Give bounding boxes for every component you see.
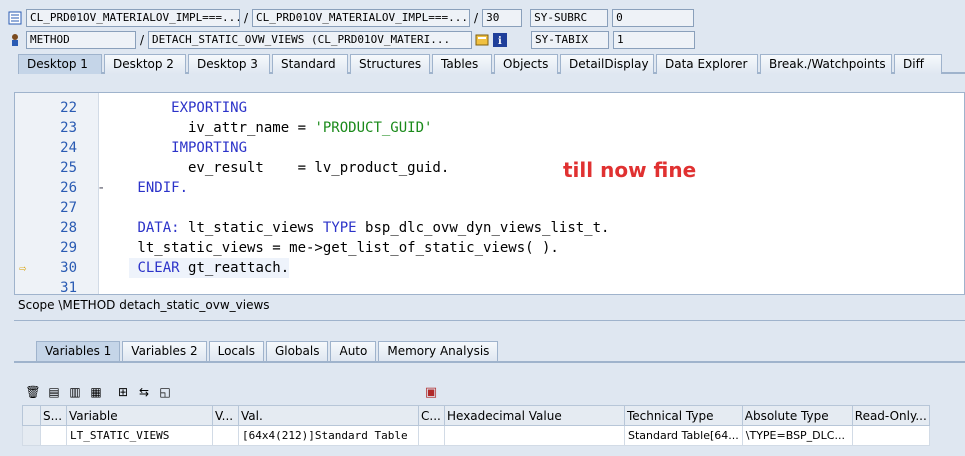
code-text-23: iv_attr_name = 'PRODUCT_GUID' xyxy=(129,120,433,136)
code-line: 26 - ENDIF. xyxy=(60,178,189,198)
code-line: 27 xyxy=(60,200,77,216)
details-icon[interactable]: ▤ xyxy=(45,383,63,401)
absolute-type-cell: \TYPE=BSP_DLC... xyxy=(741,425,853,446)
code-line: 28 DATA: lt_static_views TYPE bsp_dlc_ov… xyxy=(60,220,610,236)
navigate-icon[interactable] xyxy=(475,33,489,47)
col-header-absolute-type[interactable]: Absolute Type xyxy=(741,405,853,426)
event-type-field: METHOD xyxy=(26,31,136,49)
variables-tabs: Variables 1 Variables 2 Locals Globals A… xyxy=(36,341,500,361)
technical-type-cell: Standard Table[64... xyxy=(624,425,743,446)
tab-variables-2[interactable]: Variables 2 xyxy=(122,341,207,361)
tab-locals[interactable]: Locals xyxy=(208,341,264,361)
tab-structures[interactable]: Structures xyxy=(350,54,430,74)
sysvar-name-field-1: SY-SUBRC xyxy=(530,9,609,27)
tab-variables-1[interactable]: Variables 1 xyxy=(36,341,121,361)
main-program-field[interactable]: CL_PRD01OV_MATERIALOV_IMPL===... xyxy=(26,9,240,27)
code-text-28: DATA: lt_static_views TYPE bsp_dlc_ovw_d… xyxy=(137,220,610,236)
method-name-field[interactable]: DETACH_STATIC_OVW_VIEWS (CL_PRD01OV_MATE… xyxy=(148,31,473,49)
info-row-method: METHOD / DETACH_STATIC_OVW_VIEWS (CL_PRD… xyxy=(8,30,696,50)
code-line: 22 EXPORTING xyxy=(60,100,248,116)
include-field[interactable]: CL_PRD01OV_MATERIALOV_IMPL===... xyxy=(252,9,471,27)
hierarchy-icon[interactable]: ⊞ xyxy=(114,383,132,401)
tab-standard[interactable]: Standard xyxy=(272,54,348,74)
col-header-read-only[interactable]: Read-Only... xyxy=(851,405,930,426)
variables-panel: Variables 1 Variables 2 Locals Globals A… xyxy=(14,320,965,456)
code-text-30: CLEAR gt_reattach. xyxy=(129,258,290,278)
code-line: 23 iv_attr_name = 'PRODUCT_GUID' xyxy=(60,120,433,136)
tab-detail-display[interactable]: DetailDisplay xyxy=(560,54,654,74)
source-code-editor[interactable]: 22 EXPORTING 23 iv_attr_name = 'PRODUCT_… xyxy=(14,92,965,295)
tab-memory-analysis[interactable]: Memory Analysis xyxy=(378,341,499,361)
tab-diff[interactable]: Diff xyxy=(894,54,942,74)
variable-value-cell[interactable]: [64x4(212)]Standard Table xyxy=(238,425,419,446)
program-icon xyxy=(8,11,22,25)
code-line: 24 IMPORTING xyxy=(60,140,248,156)
tab-objects[interactable]: Objects xyxy=(494,54,558,74)
tab-desktop-3[interactable]: Desktop 3 xyxy=(188,54,270,74)
delete-icon[interactable]: 🗑 xyxy=(24,383,42,401)
save-icon[interactable]: ▣ xyxy=(422,383,440,401)
variables-toolbar: 🗑 ▤ ▥ ▦ ⊞ ⇆ ◱ xyxy=(24,383,177,401)
sysvar-value-field-2[interactable]: 1 xyxy=(613,31,696,49)
col-header-hex[interactable]: Hexadecimal Value xyxy=(444,405,625,426)
sysvar-value-field-1[interactable]: 0 xyxy=(612,9,695,27)
desktop-tabs: Desktop 1 Desktop 2 Desktop 3 Standard S… xyxy=(18,52,965,74)
code-line: 25 ev_result = lv_product_guid. xyxy=(60,160,450,176)
variable-name-cell[interactable]: LT_STATIC_VIEWS xyxy=(66,425,213,446)
method-icon xyxy=(8,33,22,47)
scope-label: Scope \METHOD detach_static_ovw_views xyxy=(18,298,270,312)
table-row[interactable]: LT_STATIC_VIEWS [64x4(212)]Standard Tabl… xyxy=(22,425,930,446)
tab-tables[interactable]: Tables xyxy=(432,54,492,74)
change-icon[interactable]: ◱ xyxy=(156,383,174,401)
fold-marker[interactable]: - xyxy=(97,178,105,198)
save-layout-icon[interactable]: ▦ xyxy=(87,383,105,401)
tab-desktop-2[interactable]: Desktop 2 xyxy=(104,54,186,74)
tab-desktop-1[interactable]: Desktop 1 xyxy=(18,54,102,74)
code-line: 29 lt_static_views = me->get_list_of_sta… xyxy=(60,240,559,256)
code-line: 31 xyxy=(60,280,77,295)
transfer-icon[interactable]: ⇆ xyxy=(135,383,153,401)
info-row-program: CL_PRD01OV_MATERIALOV_IMPL===... / CL_PR… xyxy=(8,8,695,28)
sysvar-name-field-2: SY-TABIX xyxy=(531,31,610,49)
info-icon[interactable]: i xyxy=(493,33,508,47)
col-header-value[interactable]: Val. xyxy=(238,405,419,426)
svg-text:i: i xyxy=(498,36,502,47)
col-header-technical-type[interactable]: Technical Type xyxy=(624,405,743,426)
col-header-variable[interactable]: Variable xyxy=(66,405,213,426)
col-header-s[interactable]: S... xyxy=(40,405,67,426)
line-number-field[interactable]: 30 xyxy=(482,9,523,27)
annotation-text: till now fine xyxy=(563,158,697,182)
tab-breakpoints[interactable]: Break./Watchpoints xyxy=(760,54,892,74)
row-selector[interactable] xyxy=(22,425,41,446)
tab-data-explorer[interactable]: Data Explorer xyxy=(656,54,758,74)
col-header-v[interactable]: V... xyxy=(212,405,239,426)
col-header-c[interactable]: C... xyxy=(418,405,445,426)
table-header-row: S... Variable V... Val. C... Hexadecimal… xyxy=(22,405,930,426)
current-code-line: ⇨ 30 CLEAR gt_reattach. xyxy=(19,258,290,278)
tab-auto[interactable]: Auto xyxy=(330,341,377,361)
tab-globals[interactable]: Globals xyxy=(265,341,329,361)
current-statement-arrow-icon: ⇨ xyxy=(19,261,27,275)
load-icon[interactable]: ▥ xyxy=(66,383,84,401)
variables-table: S... Variable V... Val. C... Hexadecimal… xyxy=(22,405,930,446)
